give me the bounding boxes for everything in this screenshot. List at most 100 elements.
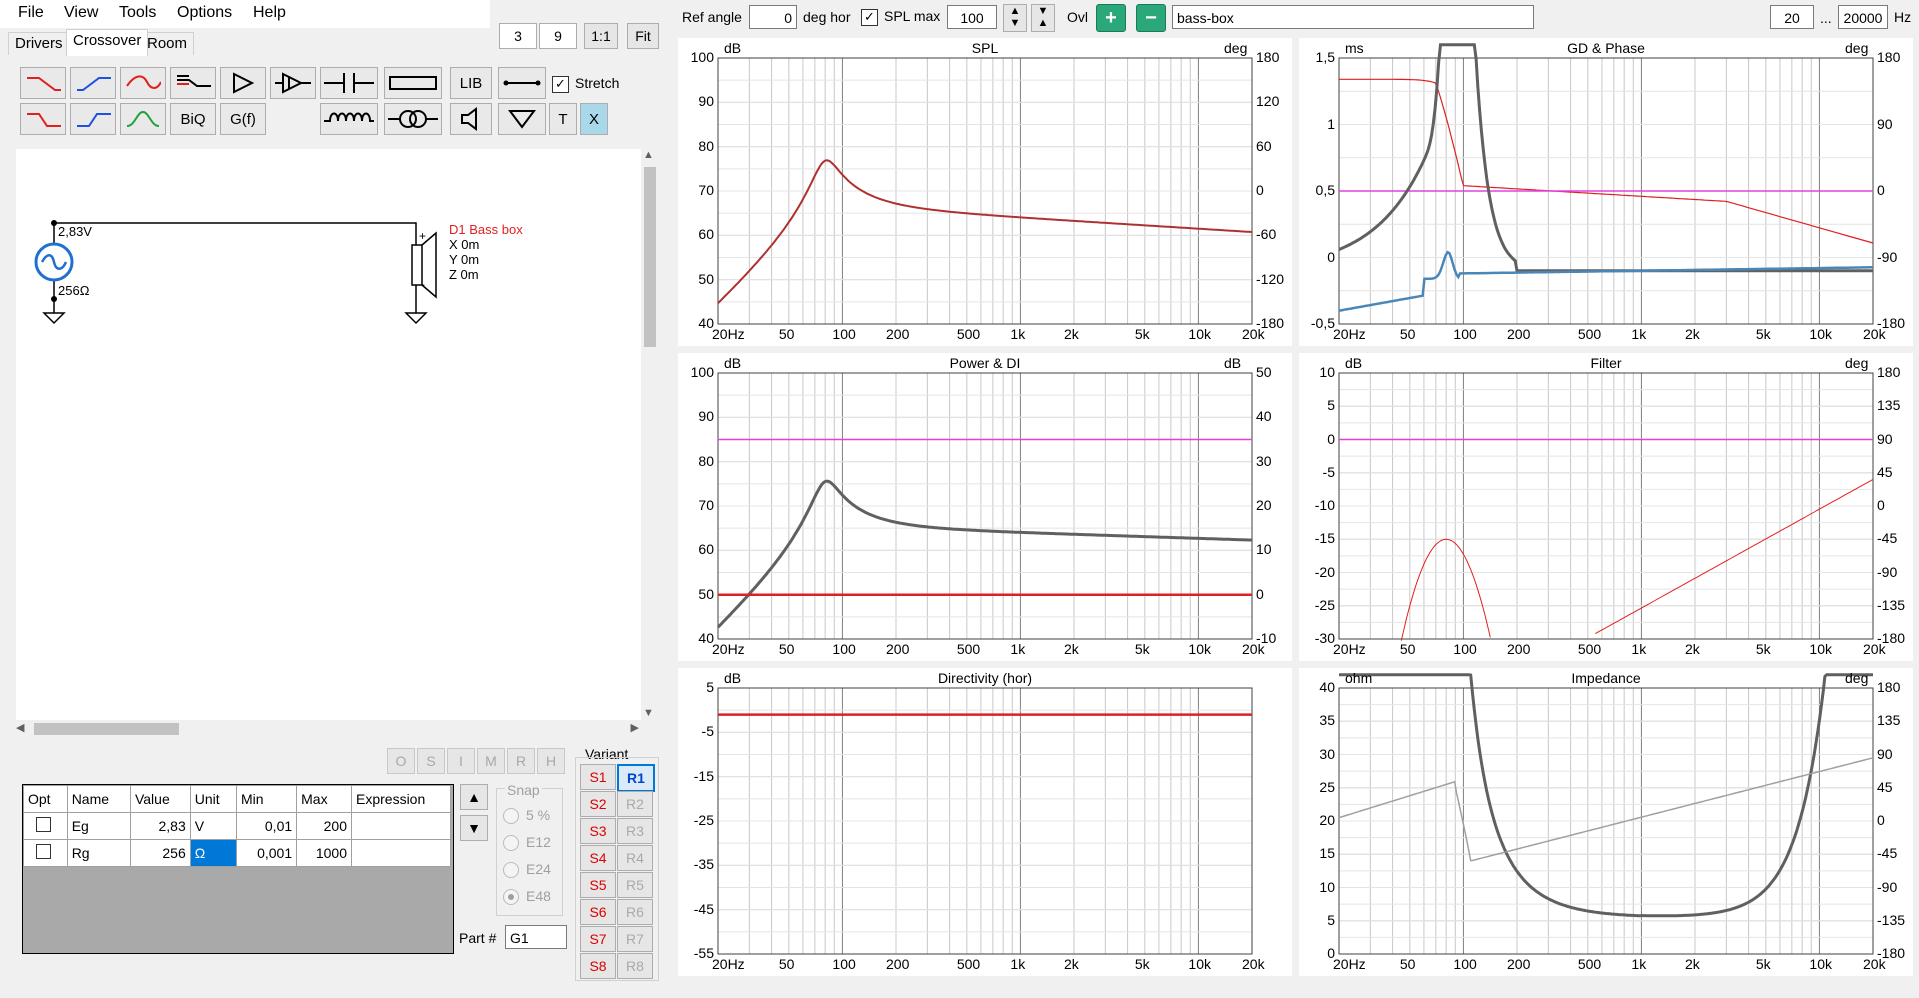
graph-power[interactable]: Power & DI 20Hz 50 100 200 500 1k 2k 5k 10k 20k 100… <box>678 353 1292 661</box>
highpass-blue-icon[interactable] <box>70 67 116 99</box>
remove-overlay-icon[interactable]: − <box>1136 4 1166 32</box>
param-expression[interactable] <box>351 839 451 867</box>
param-min[interactable]: 0,001 <box>236 839 298 867</box>
hscroll-thumb[interactable] <box>34 723 179 735</box>
graph-directivity[interactable]: Directivity (hor) 20Hz 50 100 200 500 1k 2k 5k 10… <box>678 668 1292 976</box>
variant-s6-button[interactable]: S6 <box>580 899 616 925</box>
text-tool-button[interactable]: T <box>549 103 577 135</box>
ground-icon[interactable] <box>498 103 546 135</box>
vscroll-thumb[interactable] <box>644 167 656 347</box>
param-expression[interactable] <box>351 812 451 840</box>
spl-up-down-icon[interactable]: ▲ ▼ <box>1003 4 1027 32</box>
spl-max-input[interactable]: 100 <box>947 5 997 29</box>
snap-5pct-radio[interactable] <box>503 808 519 824</box>
graph-gd[interactable]: GD & Phase 20Hz 50 100 200 500 1k 2k 5k 10k 20k 1,5… <box>1299 38 1913 346</box>
resistor-icon[interactable] <box>384 67 442 99</box>
param-value[interactable]: 2,83 <box>129 812 191 840</box>
param-max[interactable]: 200 <box>296 812 352 840</box>
zoom-1to1-button[interactable]: 1:1 <box>584 23 618 49</box>
variant-s2-button[interactable]: S2 <box>580 791 616 817</box>
o-button[interactable]: O <box>387 748 415 774</box>
zoom-max-box[interactable]: 9 <box>539 23 577 49</box>
amplifier-icon[interactable] <box>220 67 266 99</box>
r-button[interactable]: R <box>507 748 535 774</box>
buffer-amp-icon[interactable] <box>270 67 316 99</box>
h-button[interactable]: H <box>537 748 565 774</box>
opt-checkbox[interactable] <box>23 812 68 840</box>
param-unit[interactable]: Ω <box>189 839 238 867</box>
freq-high-input[interactable]: 20000 <box>1838 5 1888 29</box>
menu-file[interactable]: File <box>18 4 44 22</box>
menu-view[interactable]: View <box>64 4 98 22</box>
spl-fit-icon[interactable]: ▼ ▲ <box>1031 4 1055 32</box>
opt-checkbox[interactable] <box>23 839 68 867</box>
variant-r2-button[interactable]: R2 <box>617 791 653 817</box>
x-tool-button[interactable]: X <box>580 103 608 135</box>
scroll-down-icon[interactable]: ▼ <box>643 707 654 719</box>
library-button[interactable]: LIB <box>450 67 492 99</box>
snap-e48-radio[interactable] <box>503 889 519 905</box>
param-min[interactable]: 0,01 <box>236 812 298 840</box>
zoom-min-box[interactable]: 3 <box>499 23 537 49</box>
menu-options[interactable]: Options <box>177 4 232 22</box>
variant-r4-button[interactable]: R4 <box>617 845 653 871</box>
move-down-button[interactable]: ▼ <box>460 815 488 841</box>
ref-angle-input[interactable]: 0 <box>749 5 797 29</box>
param-max[interactable]: 1000 <box>296 839 352 867</box>
s-button[interactable]: S <box>417 748 445 774</box>
param-value[interactable]: 256 <box>129 839 191 867</box>
param-unit[interactable]: V <box>189 812 238 840</box>
scroll-up-icon[interactable]: ▲ <box>643 149 654 161</box>
project-name-input[interactable]: bass-box <box>1172 5 1534 29</box>
snap-e12-radio[interactable] <box>503 835 519 851</box>
part-input[interactable]: G1 <box>505 925 567 949</box>
variant-r7-button[interactable]: R7 <box>617 926 653 952</box>
tab-drivers[interactable]: Drivers <box>8 32 70 55</box>
schematic-vscrollbar[interactable]: ▲ ▼ <box>641 147 659 721</box>
spl-max-checkbox[interactable]: ✓ <box>861 9 878 26</box>
graph-spl[interactable]: SPL 20Hz 50 100 200 500 1k 2k 5k 10k 20k 100 90 80 70 6… <box>678 38 1292 346</box>
add-overlay-icon[interactable]: + <box>1096 4 1126 32</box>
snap-e24-radio[interactable] <box>503 862 519 878</box>
freq-low-input[interactable]: 20 <box>1770 5 1814 29</box>
transformer-icon[interactable] <box>384 103 442 135</box>
menu-help[interactable]: Help <box>253 4 286 22</box>
menu-tools[interactable]: Tools <box>119 4 156 22</box>
variant-r5-button[interactable]: R5 <box>617 872 653 898</box>
highpass2-blue-icon[interactable] <box>70 103 116 135</box>
schematic-canvas[interactable]: 2,83V 256Ω + - D1 Bass box X 0m Y 0m Z 0… <box>16 149 643 721</box>
variant-s7-button[interactable]: S7 <box>580 926 616 952</box>
transfer-function-button[interactable]: G(f) <box>220 103 266 135</box>
capacitor-icon[interactable] <box>320 67 378 99</box>
inductor-icon[interactable] <box>320 103 378 135</box>
variant-r1-button[interactable]: R1 <box>617 764 655 792</box>
graph-filter[interactable]: Filter 20Hz 50 100 200 500 1k 2k 5k 10k 20k 10 5 0 -5-… <box>1299 353 1913 661</box>
speaker-icon[interactable] <box>450 103 492 135</box>
lowpass-red-icon[interactable] <box>20 67 66 99</box>
variant-s5-button[interactable]: S5 <box>580 872 616 898</box>
shelf-icon[interactable] <box>170 67 216 99</box>
variant-s1-button[interactable]: S1 <box>580 764 616 790</box>
zoom-fit-button[interactable]: Fit <box>627 23 659 49</box>
variant-s3-button[interactable]: S3 <box>580 818 616 844</box>
variant-s4-button[interactable]: S4 <box>580 845 616 871</box>
y-left-tick-label: 30 <box>1319 745 1335 762</box>
stretch-checkbox[interactable]: ✓ <box>552 76 569 93</box>
variant-r8-button[interactable]: R8 <box>617 953 653 979</box>
move-up-button[interactable]: ▲ <box>460 784 488 810</box>
tab-crossover[interactable]: Crossover <box>66 29 149 56</box>
graph-impedance[interactable]: Impedance 20Hz 50 100 200 500 1k 2k 5k 10k 20k 40 35… <box>1299 668 1913 976</box>
bandpass-green-icon[interactable] <box>120 103 166 135</box>
allpass-red-icon[interactable] <box>120 67 166 99</box>
variant-r3-button[interactable]: R3 <box>617 818 653 844</box>
wire-icon[interactable] <box>498 67 546 99</box>
biquad-button[interactable]: BiQ <box>170 103 216 135</box>
variant-s8-button[interactable]: S8 <box>580 953 616 979</box>
scroll-right-icon[interactable]: ▶ <box>631 721 639 734</box>
i-button[interactable]: I <box>447 748 475 774</box>
schematic-hscrollbar[interactable]: ◀ ▶ <box>14 720 641 738</box>
scroll-left-icon[interactable]: ◀ <box>16 721 24 734</box>
lowpass2-red-icon[interactable] <box>20 103 66 135</box>
m-button[interactable]: M <box>477 748 505 774</box>
variant-r6-button[interactable]: R6 <box>617 899 653 925</box>
